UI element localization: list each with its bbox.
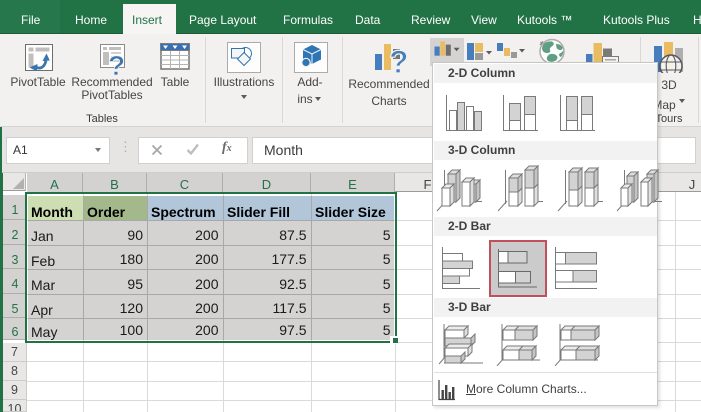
- svg-text:?: ?: [389, 44, 409, 77]
- svg-text:?: ?: [108, 50, 125, 78]
